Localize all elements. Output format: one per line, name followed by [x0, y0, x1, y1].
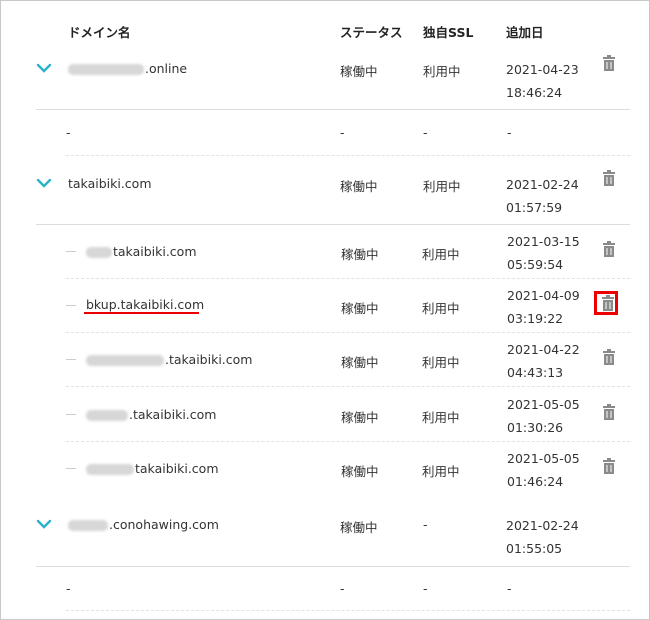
header-ssl: 独自SSL [423, 25, 474, 40]
chevron-down-icon[interactable] [36, 62, 52, 74]
domain-name[interactable]: takaibiki.com [86, 461, 219, 476]
row-divider [66, 610, 630, 611]
status-value: 稼働中 [341, 410, 379, 425]
trash-icon[interactable] [602, 458, 616, 474]
status-value: 稼働中 [341, 247, 379, 262]
trash-icon[interactable] [602, 241, 616, 257]
added-date: 2021-02-24 01:57:59 [506, 177, 579, 215]
added-date: 2021-04-09 03:19:22 [507, 288, 580, 326]
status-value: 稼働中 [341, 464, 379, 479]
status-value: - [340, 581, 345, 596]
added-date: 2021-05-05 01:30:26 [507, 397, 580, 435]
domain-name[interactable]: takaibiki.com [68, 176, 152, 191]
row-divider [66, 278, 630, 279]
ssl-value: 利用中 [422, 464, 460, 479]
domain-name: - [66, 125, 71, 140]
ssl-value: - [423, 581, 428, 596]
status-value: 稼働中 [341, 301, 379, 316]
added-date: - [507, 125, 512, 140]
trash-icon[interactable] [602, 170, 616, 186]
header-date: 追加日 [506, 25, 544, 40]
status-value: 稼働中 [341, 355, 379, 370]
row-divider [36, 566, 630, 567]
ssl-value: 利用中 [422, 247, 460, 262]
added-date: 2021-02-24 01:55:05 [506, 518, 579, 556]
status-value: 稼働中 [340, 520, 378, 535]
row-divider [66, 386, 630, 387]
ssl-value: 利用中 [423, 179, 461, 194]
domain-name[interactable]: bkup.takaibiki.com [86, 297, 204, 312]
chevron-down-icon[interactable] [36, 177, 52, 189]
added-date: 2021-04-22 04:43:13 [507, 342, 580, 380]
subdomain-indent-line [66, 305, 76, 306]
domain-name[interactable]: .online [68, 61, 187, 76]
ssl-value: - [423, 517, 428, 532]
highlight-underline [84, 312, 199, 314]
trash-icon[interactable] [602, 404, 616, 420]
row-divider [66, 332, 630, 333]
status-value: 稼働中 [340, 179, 378, 194]
trash-icon[interactable] [602, 349, 616, 365]
subdomain-indent-line [66, 414, 76, 415]
added-date: 2021-03-15 05:59:54 [507, 234, 580, 272]
ssl-value: 利用中 [422, 355, 460, 370]
header-status: ステータス [340, 25, 403, 40]
domain-name: - [66, 581, 71, 596]
row-divider [36, 109, 630, 110]
status-value: - [340, 125, 345, 140]
domain-name[interactable]: .conohawing.com [68, 517, 219, 532]
row-divider [66, 155, 630, 156]
ssl-value: 利用中 [422, 410, 460, 425]
ssl-value: - [423, 125, 428, 140]
trash-highlight-box [594, 291, 618, 315]
added-date: 2021-04-23 18:46:24 [506, 62, 579, 100]
domain-name[interactable]: takaibiki.com [86, 244, 197, 259]
subdomain-indent-line [66, 251, 76, 252]
header-domain: ドメイン名 [68, 25, 131, 40]
chevron-down-icon[interactable] [36, 518, 52, 530]
domain-name[interactable]: .takaibiki.com [86, 407, 216, 422]
subdomain-indent-line [66, 468, 76, 469]
domain-name[interactable]: .takaibiki.com [86, 352, 252, 367]
trash-icon[interactable] [602, 55, 616, 71]
ssl-value: 利用中 [422, 301, 460, 316]
row-divider [36, 224, 630, 225]
ssl-value: 利用中 [423, 64, 461, 79]
added-date: 2021-05-05 01:46:24 [507, 451, 580, 489]
subdomain-indent-line [66, 359, 76, 360]
added-date: - [507, 581, 512, 596]
row-divider [66, 441, 630, 442]
status-value: 稼働中 [340, 64, 378, 79]
